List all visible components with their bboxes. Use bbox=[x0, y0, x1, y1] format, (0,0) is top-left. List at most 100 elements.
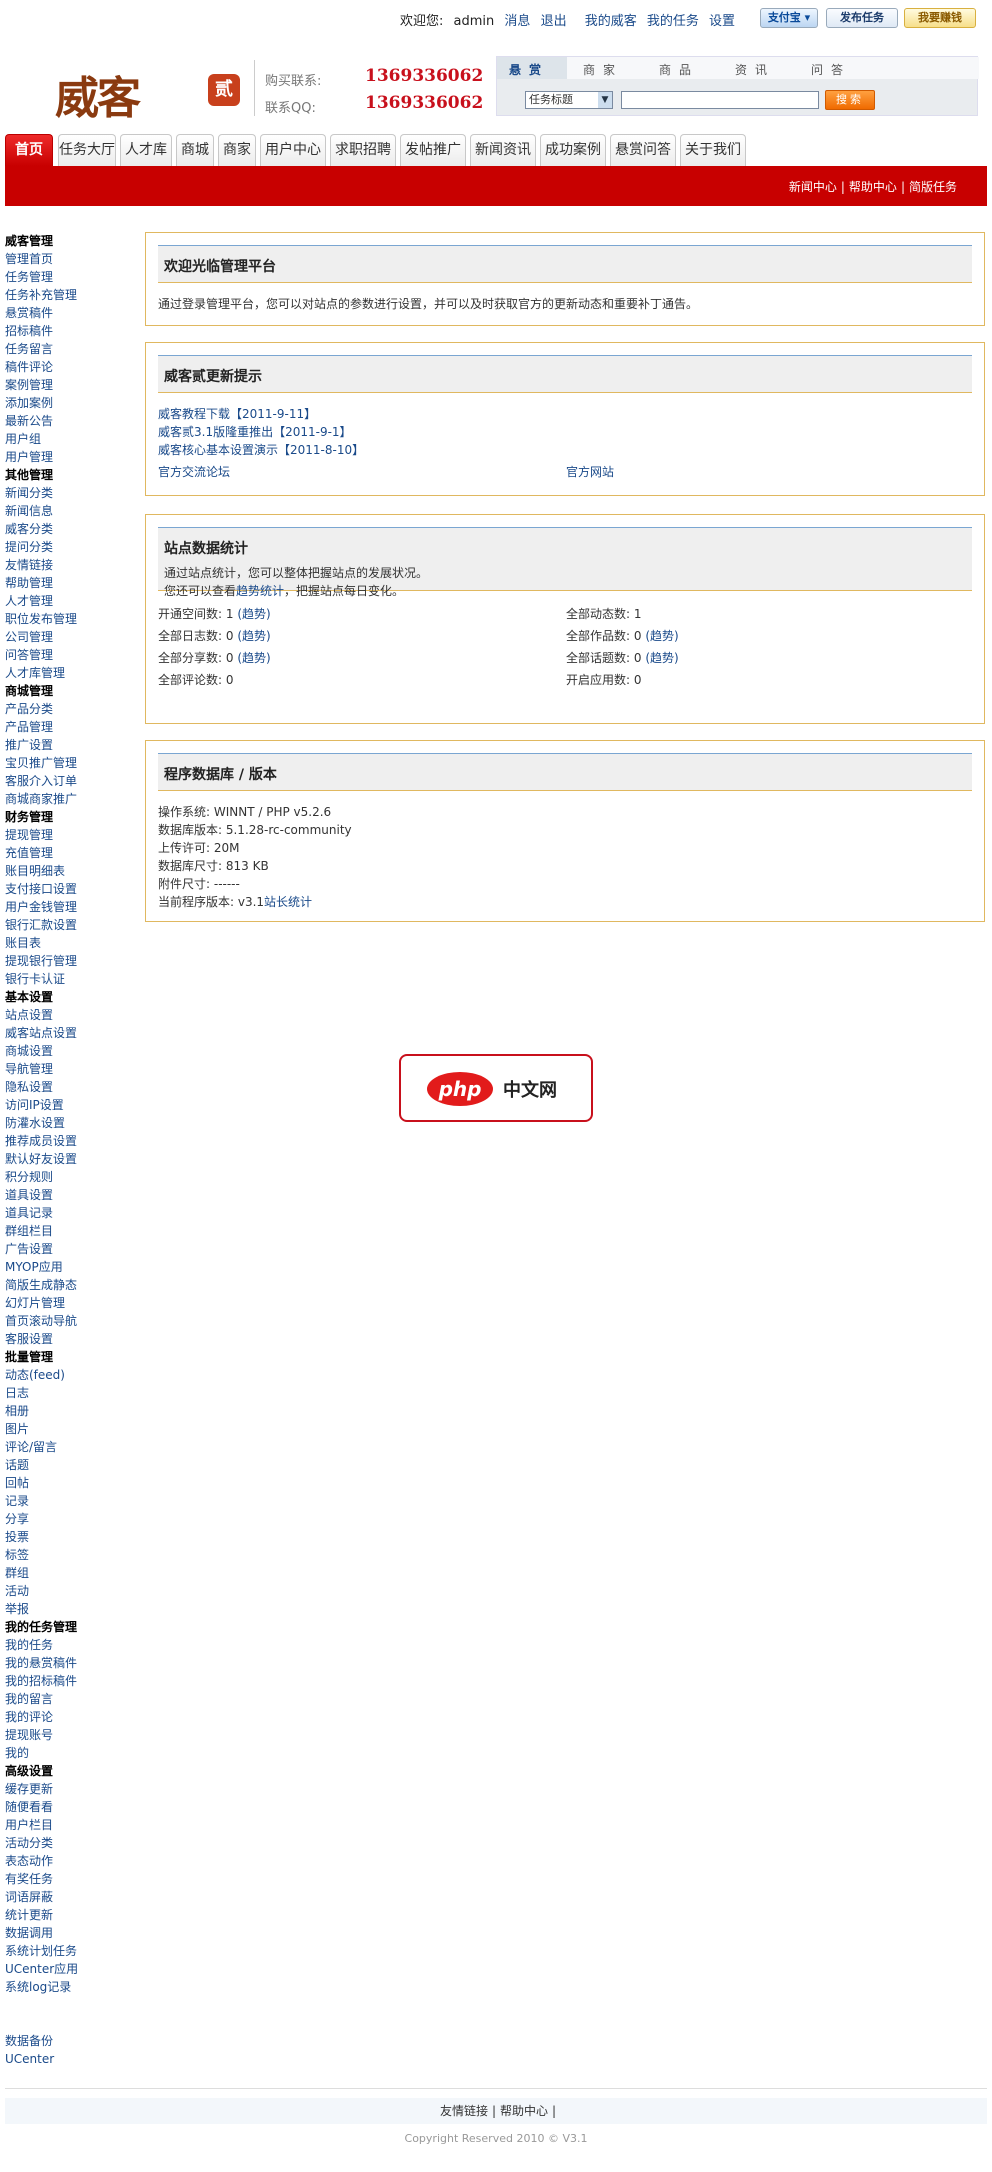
sidebar-item[interactable]: 系统log记录 bbox=[5, 1978, 145, 1996]
footer-friend-links[interactable]: 友情链接 bbox=[440, 2104, 488, 2118]
my-weike-link[interactable]: 我的威客 bbox=[585, 14, 637, 29]
sidebar-item[interactable]: 防灌水设置 bbox=[5, 1114, 145, 1132]
sub-nav-help-center[interactable]: 帮助中心 bbox=[849, 180, 897, 194]
sidebar-item[interactable]: 动态(feed) bbox=[5, 1366, 145, 1384]
sidebar-item[interactable]: 问答管理 bbox=[5, 646, 145, 664]
sidebar-item[interactable]: 银行汇款设置 bbox=[5, 916, 145, 934]
sidebar-item[interactable]: 人才库管理 bbox=[5, 664, 145, 682]
search-tab-qa[interactable]: 问答 bbox=[811, 61, 851, 78]
sidebar-item[interactable]: 活动分类 bbox=[5, 1834, 145, 1852]
sidebar-item[interactable]: 推荐成员设置 bbox=[5, 1132, 145, 1150]
sidebar-item[interactable]: 职位发布管理 bbox=[5, 610, 145, 628]
earn-money-button[interactable]: 我要赚钱 bbox=[904, 8, 976, 28]
sidebar-item[interactable]: 我的招标稿件 bbox=[5, 1672, 145, 1690]
nav-news[interactable]: 新闻资讯 bbox=[470, 134, 536, 166]
stat-trend-link[interactable]: (趋势) bbox=[645, 629, 678, 643]
sidebar-item[interactable]: 默认好友设置 bbox=[5, 1150, 145, 1168]
sidebar-item[interactable]: 我的 bbox=[5, 1744, 145, 1762]
sidebar-item[interactable]: UCenter应用 bbox=[5, 1960, 145, 1978]
nav-task-hall[interactable]: 任务大厅 bbox=[58, 134, 116, 166]
search-tab-news[interactable]: 资讯 bbox=[735, 61, 775, 78]
nav-about[interactable]: 关于我们 bbox=[680, 134, 746, 166]
sidebar-item[interactable]: 站点设置 bbox=[5, 1006, 145, 1024]
sidebar-item[interactable]: 图片 bbox=[5, 1420, 145, 1438]
sidebar-item[interactable]: 客服介入订单 bbox=[5, 772, 145, 790]
my-tasks-link[interactable]: 我的任务 bbox=[647, 14, 699, 29]
sidebar-item[interactable]: 相册 bbox=[5, 1402, 145, 1420]
sidebar-item[interactable]: 提现银行管理 bbox=[5, 952, 145, 970]
stat-trend-link[interactable]: (趋势) bbox=[237, 629, 270, 643]
sidebar-item[interactable]: 表态动作 bbox=[5, 1852, 145, 1870]
sidebar-item[interactable]: 评论/留言 bbox=[5, 1438, 145, 1456]
sidebar-item[interactable]: 添加案例 bbox=[5, 394, 145, 412]
sidebar-item[interactable]: 管理首页 bbox=[5, 250, 145, 268]
sidebar-item[interactable]: 威客站点设置 bbox=[5, 1024, 145, 1042]
search-tab-shops[interactable]: 商家 bbox=[583, 61, 623, 78]
sidebar-item[interactable]: 统计更新 bbox=[5, 1906, 145, 1924]
sidebar-item[interactable]: 日志 bbox=[5, 1384, 145, 1402]
sidebar-item[interactable]: 提问分类 bbox=[5, 538, 145, 556]
sidebar-item[interactable]: 首页滚动导航 bbox=[5, 1312, 145, 1330]
sidebar-item[interactable]: 道具设置 bbox=[5, 1186, 145, 1204]
sidebar-item[interactable]: 商城商家推广 bbox=[5, 790, 145, 808]
trend-stats-link[interactable]: 趋势统计 bbox=[236, 584, 284, 598]
sidebar-item[interactable]: 新闻信息 bbox=[5, 502, 145, 520]
sidebar-item[interactable]: 任务补充管理 bbox=[5, 286, 145, 304]
sidebar-item[interactable]: 任务留言 bbox=[5, 340, 145, 358]
nav-home[interactable]: 首页 bbox=[5, 134, 53, 166]
sidebar-item[interactable]: 广告设置 bbox=[5, 1240, 145, 1258]
sidebar-item[interactable]: 账目明细表 bbox=[5, 862, 145, 880]
sidebar-item[interactable]: UCenter bbox=[5, 2050, 145, 2068]
sidebar-item[interactable]: 群组 bbox=[5, 1564, 145, 1582]
nav-jobs[interactable]: 求职招聘 bbox=[330, 134, 396, 166]
sidebar-item[interactable]: 威客分类 bbox=[5, 520, 145, 538]
sidebar-item[interactable]: 我的悬赏稿件 bbox=[5, 1654, 145, 1672]
search-type-select[interactable]: 任务标题 ▼ bbox=[525, 91, 613, 109]
sidebar-item[interactable]: 访问IP设置 bbox=[5, 1096, 145, 1114]
sidebar-item[interactable]: 帮助管理 bbox=[5, 574, 145, 592]
stat-trend-link[interactable]: (趋势) bbox=[645, 651, 678, 665]
sidebar-item[interactable]: 用户栏目 bbox=[5, 1816, 145, 1834]
sidebar-item[interactable]: 我的评论 bbox=[5, 1708, 145, 1726]
sidebar-item[interactable]: 提现账号 bbox=[5, 1726, 145, 1744]
sidebar-item[interactable]: 我的任务 bbox=[5, 1636, 145, 1654]
sidebar-item[interactable]: 标签 bbox=[5, 1546, 145, 1564]
sidebar-item[interactable]: 最新公告 bbox=[5, 412, 145, 430]
nav-shops[interactable]: 商家 bbox=[218, 134, 256, 166]
settings-link[interactable]: 设置 bbox=[709, 14, 735, 29]
sidebar-item[interactable]: 用户组 bbox=[5, 430, 145, 448]
messages-link[interactable]: 消息 bbox=[504, 14, 530, 29]
sidebar-item[interactable]: 系统计划任务 bbox=[5, 1942, 145, 1960]
search-tab-reward[interactable]: 悬赏 bbox=[509, 61, 549, 78]
sidebar-item[interactable]: 客服设置 bbox=[5, 1330, 145, 1348]
sidebar-item[interactable]: 随便看看 bbox=[5, 1798, 145, 1816]
sidebar-item[interactable]: 记录 bbox=[5, 1492, 145, 1510]
sidebar-item[interactable]: 账目表 bbox=[5, 934, 145, 952]
sidebar-item[interactable]: 招标稿件 bbox=[5, 322, 145, 340]
update-link-demo[interactable]: 威客核心基本设置演示【2011-8-10】 bbox=[158, 441, 364, 458]
post-task-button[interactable]: 发布任务 bbox=[826, 8, 898, 28]
sidebar-item[interactable]: 简版生成静态 bbox=[5, 1276, 145, 1294]
sub-nav-news-center[interactable]: 新闻中心 bbox=[789, 180, 837, 194]
sidebar-item[interactable]: MYOP应用 bbox=[5, 1258, 145, 1276]
sidebar-item[interactable]: 人才管理 bbox=[5, 592, 145, 610]
sidebar-item[interactable]: 数据备份 bbox=[5, 2032, 145, 2050]
sidebar-item[interactable]: 隐私设置 bbox=[5, 1078, 145, 1096]
nav-talent[interactable]: 人才库 bbox=[120, 134, 172, 166]
sidebar-item[interactable]: 群组栏目 bbox=[5, 1222, 145, 1240]
sidebar-item[interactable]: 积分规则 bbox=[5, 1168, 145, 1186]
sidebar-item[interactable]: 举报 bbox=[5, 1600, 145, 1618]
update-link-release[interactable]: 威客贰3.1版隆重推出【2011-9-1】 bbox=[158, 423, 352, 440]
stat-trend-link[interactable]: (趋势) bbox=[237, 607, 270, 621]
sidebar-item[interactable]: 分享 bbox=[5, 1510, 145, 1528]
sidebar-item[interactable]: 友情链接 bbox=[5, 556, 145, 574]
sidebar-item[interactable]: 新闻分类 bbox=[5, 484, 145, 502]
sidebar-item[interactable]: 词语屏蔽 bbox=[5, 1888, 145, 1906]
sidebar-item[interactable]: 银行卡认证 bbox=[5, 970, 145, 988]
sidebar-item[interactable]: 商城设置 bbox=[5, 1042, 145, 1060]
sidebar-item[interactable]: 推广设置 bbox=[5, 736, 145, 754]
sidebar-item[interactable]: 支付接口设置 bbox=[5, 880, 145, 898]
sidebar-item[interactable]: 悬赏稿件 bbox=[5, 304, 145, 322]
update-link-tutorial[interactable]: 威客教程下载【2011-9-11】 bbox=[158, 405, 316, 422]
search-button[interactable]: 搜索 bbox=[825, 90, 875, 110]
